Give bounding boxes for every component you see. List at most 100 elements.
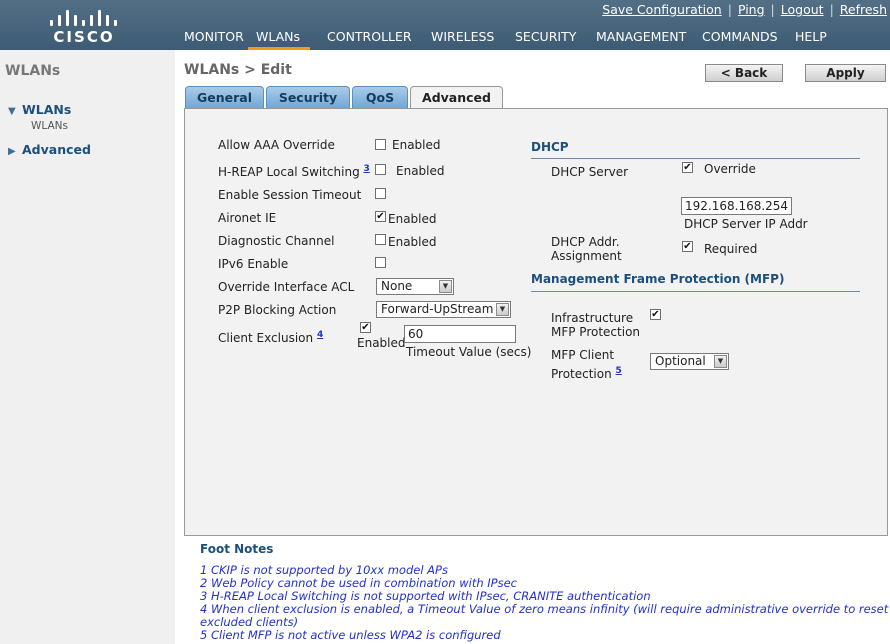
nav-help[interactable]: HELP — [795, 28, 827, 50]
override-interface-acl-label: Override Interface ACL — [218, 280, 355, 294]
dhcp-required-label: Required — [704, 242, 758, 256]
dhcp-server-ip-caption: DHCP Server IP Addr — [684, 217, 808, 231]
diagnostic-channel-enabled-label: Enabled — [388, 235, 437, 249]
triangle-right-icon: ▶ — [8, 146, 16, 157]
footnote-4: 4 When client exclusion is enabled, a Ti… — [200, 602, 889, 616]
hreap-local-switching-checkbox[interactable] — [375, 164, 386, 175]
aironet-ie-enabled-label: Enabled — [388, 212, 437, 226]
top-header: CISCO Save Configuration | Ping | Logout | Ref… — [0, 0, 890, 50]
utility-links: Save Configuration | Ping | Logout | Refresh — [602, 2, 887, 17]
sidebar-item-wlans[interactable]: ▼ WLANs — [8, 102, 71, 117]
ipv6-enable-checkbox[interactable] — [375, 257, 386, 268]
dhcp-server-ip-input[interactable]: 192.168.168.254 — [681, 197, 792, 215]
cisco-logo-text: CISCO — [53, 28, 115, 46]
sidebar-item-advanced[interactable]: ▶ Advanced — [8, 142, 91, 157]
tab-qos[interactable]: QoS — [352, 86, 408, 109]
triangle-down-icon: ▼ — [8, 106, 16, 117]
client-exclusion-label: Client Exclusion 4 — [218, 330, 323, 345]
tab-security[interactable]: Security — [266, 86, 350, 109]
infrastructure-mfp-line1: Infrastructure — [551, 311, 634, 325]
allow-aaa-override-checkbox[interactable] — [375, 139, 386, 150]
nav-controller[interactable]: CONTROLLER — [327, 28, 412, 50]
tab-advanced[interactable]: Advanced — [410, 86, 503, 110]
nav-security-label: SECURITY — [515, 29, 577, 44]
infrastructure-mfp-label: Infrastructure MFP Protection — [551, 311, 640, 339]
nav-wlans[interactable]: WLANs — [248, 28, 310, 50]
allow-aaa-override-enabled-label: Enabled — [392, 138, 441, 152]
dhcp-override-checkbox[interactable]: ✔ — [682, 162, 693, 173]
save-configuration-link[interactable]: Save Configuration — [602, 2, 721, 17]
timeout-value-caption: Timeout Value (secs) — [406, 345, 532, 359]
infrastructure-mfp-checkbox[interactable]: ✔ — [650, 309, 661, 320]
nav-help-label: HELP — [795, 29, 827, 44]
hreap-local-switching-enabled-label: Enabled — [396, 164, 445, 178]
mfp-section-divider — [531, 291, 860, 292]
nav-commands[interactable]: COMMANDS — [702, 28, 778, 50]
chevron-down-icon: ▼ — [714, 355, 727, 368]
mfp-client-line2: Protection — [551, 367, 612, 381]
sidebar: WLANs ▼ WLANs WLANs ▶ Advanced — [0, 50, 175, 644]
hreap-local-switching-text: H-REAP Local Switching — [218, 165, 360, 179]
nav-management[interactable]: MANAGEMENT — [596, 28, 686, 50]
hreap-local-switching-label: H-REAP Local Switching 3 — [218, 164, 370, 179]
nav-wireless-label: WIRELESS — [431, 29, 495, 44]
nav-monitor-label: MONITOR — [184, 29, 244, 44]
chevron-down-icon: ▼ — [496, 303, 509, 316]
footnote-2: 2 Web Policy cannot be used in combinati… — [200, 576, 517, 590]
mfp-client-protection-value: Optional — [655, 354, 706, 368]
enable-session-timeout-label: Enable Session Timeout — [218, 188, 362, 202]
footnote-3: 3 H-REAP Local Switching is not supporte… — [200, 589, 651, 603]
dhcp-section-divider — [531, 158, 860, 159]
tab-general[interactable]: General — [185, 86, 264, 109]
sidebar-item-advanced-label: Advanced — [22, 142, 91, 157]
dhcp-override-label: Override — [704, 162, 756, 176]
dhcp-server-label: DHCP Server — [551, 165, 629, 179]
p2p-blocking-action-select[interactable]: Forward-UpStream ▼ — [376, 301, 511, 318]
footnote-4-continued: excluded clients) — [200, 615, 299, 629]
mfp-client-protection-select[interactable]: Optional ▼ — [650, 353, 729, 370]
timeout-value-input[interactable]: 60 — [404, 325, 516, 343]
nav-management-label: MANAGEMENT — [596, 29, 687, 44]
chevron-down-icon: ▼ — [439, 280, 452, 293]
cisco-logo-bars-icon — [50, 6, 118, 26]
diagnostic-channel-checkbox[interactable] — [375, 234, 386, 245]
dhcp-addr-assignment-line2: Assignment — [551, 249, 622, 263]
footnotes-title: Foot Notes — [200, 542, 274, 556]
nav-wlans-label: WLANs — [256, 29, 301, 44]
ipv6-enable-label: IPv6 Enable — [218, 257, 289, 271]
footnote-5: 5 Client MFP is not active unless WPA2 i… — [200, 628, 501, 642]
aironet-ie-checkbox[interactable]: ✔ — [375, 211, 386, 222]
sidebar-subitem-wlans[interactable]: WLANs — [31, 120, 68, 132]
dhcp-required-checkbox[interactable]: ✔ — [682, 241, 693, 252]
nav-wireless[interactable]: WIRELESS — [431, 28, 494, 50]
nav-security[interactable]: SECURITY — [515, 28, 576, 50]
infrastructure-mfp-line2: MFP Protection — [551, 325, 641, 339]
sidebar-item-wlans-label: WLANs — [22, 102, 72, 117]
footnote-4-link[interactable]: 4 — [317, 330, 323, 340]
nav-monitor[interactable]: MONITOR — [184, 28, 244, 50]
sidebar-title: WLANs — [5, 63, 61, 79]
p2p-blocking-action-value: Forward-UpStream — [381, 302, 494, 316]
client-exclusion-enabled-label: Enabled — [357, 336, 406, 350]
advanced-settings-panel: Allow AAA Override Enabled H-REAP Local … — [184, 108, 888, 536]
enable-session-timeout-checkbox[interactable] — [375, 188, 386, 199]
mfp-client-line1: MFP Client — [551, 348, 615, 362]
logout-link[interactable]: Logout — [781, 2, 824, 17]
footnote-3-link[interactable]: 3 — [364, 164, 370, 174]
nav-controller-label: CONTROLLER — [327, 29, 412, 44]
p2p-blocking-action-label: P2P Blocking Action — [218, 303, 337, 317]
diagnostic-channel-label: Diagnostic Channel — [218, 234, 335, 248]
footnote-5-link[interactable]: 5 — [616, 366, 622, 376]
dhcp-addr-assignment-line1: DHCP Addr. — [551, 235, 620, 249]
mfp-section-title: Management Frame Protection (MFP) — [531, 272, 785, 286]
mfp-client-protection-label: MFP Client Protection 5 — [551, 347, 622, 382]
nav-commands-label: COMMANDS — [702, 29, 778, 44]
client-exclusion-checkbox[interactable]: ✔ — [360, 322, 371, 333]
aironet-ie-label: Aironet IE — [218, 211, 277, 225]
client-exclusion-text: Client Exclusion — [218, 331, 314, 345]
ping-link[interactable]: Ping — [738, 2, 765, 17]
back-button[interactable]: < Back — [705, 64, 783, 82]
override-interface-acl-select[interactable]: None ▼ — [376, 278, 454, 295]
refresh-link[interactable]: Refresh — [840, 2, 887, 17]
apply-button[interactable]: Apply — [805, 64, 886, 82]
